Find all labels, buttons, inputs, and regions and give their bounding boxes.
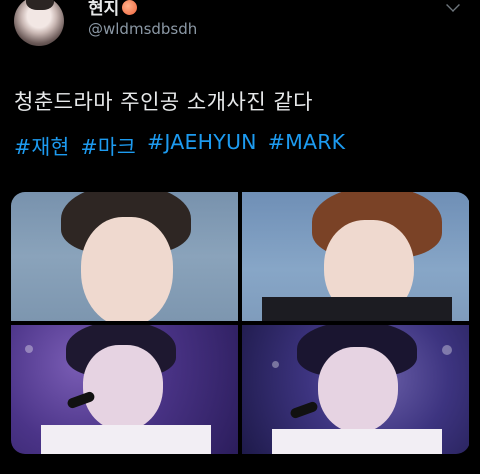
photo-light <box>272 361 279 368</box>
avatar[interactable] <box>14 0 64 46</box>
photo-light <box>25 345 33 353</box>
hashtag-link[interactable]: #MARK <box>268 130 346 160</box>
photo-face <box>81 217 173 321</box>
hashtag-link[interactable]: #마크 <box>81 130 137 160</box>
photo-4[interactable] <box>242 325 469 454</box>
photo-shirt <box>262 297 452 321</box>
photo-1[interactable] <box>11 192 238 321</box>
display-name-text: 현지 <box>88 0 120 19</box>
photo-shirt <box>41 425 211 454</box>
photo-shirt <box>272 429 442 454</box>
display-name[interactable]: 현지 <box>88 0 138 19</box>
tweet-text: 청춘드라마 주인공 소개사진 같다 <box>14 90 314 114</box>
hashtag-link[interactable]: #JAEHYUN <box>147 130 257 160</box>
photo-light <box>442 345 452 355</box>
photo-3[interactable] <box>11 325 238 454</box>
photo-face <box>83 345 163 431</box>
photo-face <box>318 347 398 433</box>
user-handle[interactable]: @wldmsdbsdh <box>88 20 197 38</box>
chevron-down-icon[interactable] <box>442 0 466 18</box>
photo-2[interactable] <box>242 192 469 321</box>
microphone <box>289 400 319 420</box>
media-grid <box>11 192 470 454</box>
hashtag-link[interactable]: #재현 <box>14 130 70 160</box>
hashtag-list: #재현 #마크 #JAEHYUN #MARK <box>14 130 345 160</box>
tweet-header: 현지 @wldmsdbsdh <box>0 0 480 56</box>
peach-icon <box>122 0 138 15</box>
